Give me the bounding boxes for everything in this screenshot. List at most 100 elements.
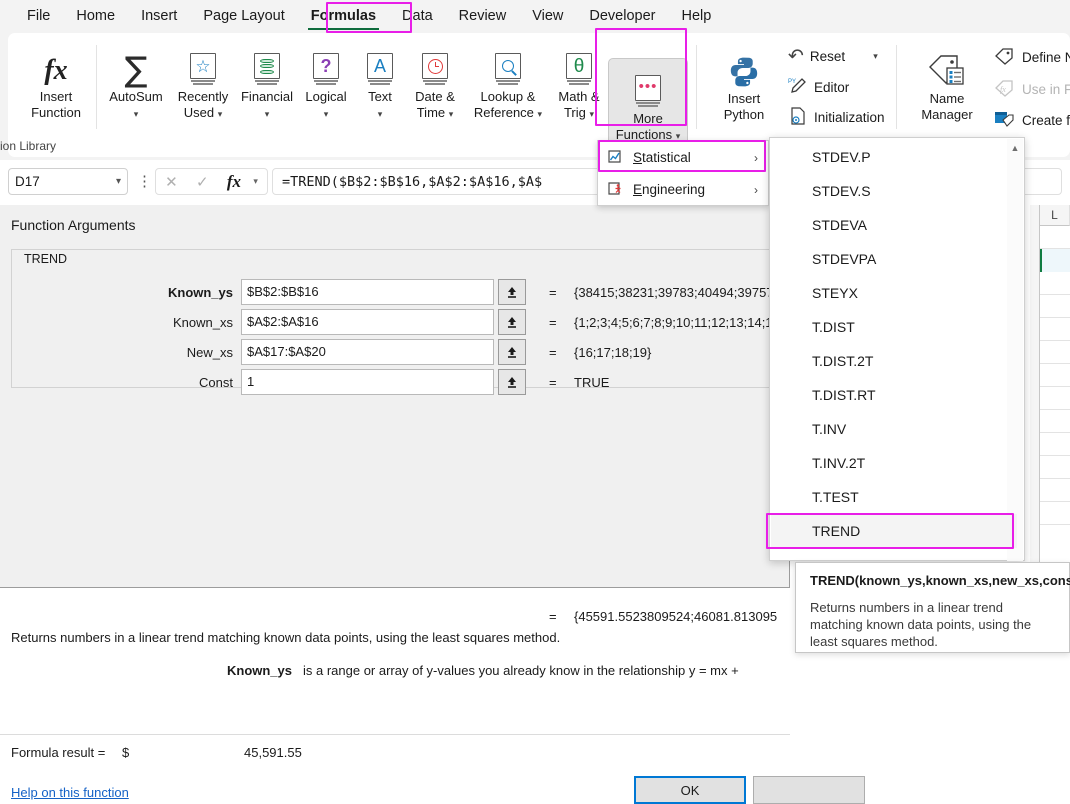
argument-input-known-ys[interactable]: $B$2:$B$16 <box>241 279 494 305</box>
define-name-button[interactable]: Define Nam <box>994 47 1070 68</box>
function-item-t-inv-2t[interactable]: T.INV.2T <box>771 446 1017 480</box>
python-initialization-button[interactable]: Initialization <box>788 106 885 129</box>
autosum-button[interactable]: ∑ AutoSum▾ <box>103 33 169 122</box>
sheet-cell[interactable] <box>1040 364 1070 387</box>
insert-function-button[interactable]: fx Insert Function <box>20 33 92 120</box>
python-reset-button[interactable]: ↶ Reset ▾ <box>788 45 878 67</box>
function-item-trend[interactable]: TREND <box>771 514 1017 548</box>
selected-cell[interactable] <box>1040 249 1070 272</box>
argument-equals: = <box>549 369 557 397</box>
function-item-t-inv[interactable]: T.INV <box>771 412 1017 446</box>
help-on-this-function-link[interactable]: Help on this function <box>11 785 129 800</box>
tab-developer[interactable]: Developer <box>576 0 668 33</box>
tab-insert[interactable]: Insert <box>128 0 190 33</box>
sheet-cell[interactable] <box>1040 387 1070 410</box>
tab-view[interactable]: View <box>519 0 576 33</box>
lookup-reference-button[interactable]: Lookup & Reference ▾ <box>464 33 552 122</box>
date-time-button[interactable]: Date & Time ▾ <box>404 33 466 122</box>
function-item-stdevpa[interactable]: STDEVPA <box>771 242 1017 276</box>
chevron-down-icon[interactable]: ▾ <box>873 51 878 62</box>
argument-row: Known_xs $A$2:$A$16 = {1;2;3;4;5;6;7;8;9… <box>0 309 768 339</box>
collapse-dialog-icon <box>505 375 519 389</box>
formula-bar-overflow-handle[interactable]: ⋮ <box>137 172 152 190</box>
range-picker-button[interactable] <box>498 309 526 335</box>
function-item-stdeva[interactable]: STDEVA <box>771 208 1017 242</box>
function-item-stdev-p[interactable]: STDEV.P <box>771 140 1017 174</box>
sheet-cell[interactable] <box>1040 272 1070 295</box>
chevron-down-icon[interactable]: ▾ <box>378 109 383 119</box>
tab-formulas[interactable]: Formulas <box>298 0 389 33</box>
tab-home-label: Home <box>76 8 115 24</box>
logical-button[interactable]: ? Logical▾ <box>297 33 355 122</box>
confirm-icon[interactable]: ✓ <box>196 173 209 191</box>
python-initialization-label: Initialization <box>814 110 885 125</box>
python-editor-button[interactable]: PY Editor <box>788 76 849 99</box>
column-header-L[interactable]: L <box>1040 205 1070 226</box>
tab-data[interactable]: Data <box>389 0 446 33</box>
tab-review[interactable]: Review <box>446 0 520 33</box>
sheet-cell[interactable] <box>1040 295 1070 318</box>
tab-help[interactable]: Help <box>668 0 724 33</box>
recently-used-button[interactable]: ☆ Recently Used ▾ <box>168 33 238 122</box>
sheet-cell[interactable] <box>1040 226 1070 249</box>
sheet-cell[interactable] <box>1040 341 1070 364</box>
tab-home[interactable]: Home <box>63 0 128 33</box>
sheet-cell[interactable] <box>1040 479 1070 502</box>
range-picker-button[interactable] <box>498 279 526 305</box>
function-item-t-dist[interactable]: T.DIST <box>771 310 1017 344</box>
name-box[interactable]: D17 ▾ <box>8 168 128 195</box>
argument-input-new-xs[interactable]: $A$17:$A$20 <box>241 339 494 365</box>
more-functions-label: More Functions <box>616 111 672 142</box>
sheet-cell[interactable] <box>1040 433 1070 456</box>
menu-item-statistical-accel: S <box>633 150 642 165</box>
insert-function-icon[interactable]: fx <box>227 172 241 192</box>
name-manager-label: Name Manager <box>921 91 972 122</box>
sheet-cell[interactable] <box>1040 318 1070 341</box>
function-item-steyx[interactable]: STEYX <box>771 276 1017 310</box>
argument-input-const[interactable]: 1 <box>241 369 494 395</box>
create-from-selection-button[interactable]: Create from <box>994 110 1070 131</box>
text-button[interactable]: A Text▾ <box>355 33 405 122</box>
chevron-down-icon[interactable]: ▾ <box>590 109 595 119</box>
argument-result-const: TRUE <box>574 369 790 397</box>
arguments-group-legend: TREND <box>20 252 71 266</box>
menu-item-engineering[interactable]: Engineering › <box>599 174 769 205</box>
menu-item-statistical[interactable]: Statistical › <box>599 142 769 173</box>
chevron-down-icon[interactable]: ▾ <box>134 109 139 119</box>
argument-input-known-xs[interactable]: $A$2:$A$16 <box>241 309 494 335</box>
chevron-down-icon[interactable]: ▾ <box>265 109 270 119</box>
argument-result-new-xs: {16;17;18;19} <box>574 339 790 367</box>
financial-button[interactable]: Financial▾ <box>236 33 298 122</box>
more-functions-button[interactable]: ••• More Functions ▾ <box>608 58 688 148</box>
math-trig-button[interactable]: θ Math & Trig ▾ <box>549 33 609 122</box>
formula-result-currency: $ <box>122 745 129 760</box>
cancel-icon[interactable]: ✕ <box>165 173 178 191</box>
function-item-t-test[interactable]: T.TEST <box>771 480 1017 514</box>
chevron-down-icon[interactable]: ▾ <box>253 176 258 187</box>
chevron-down-icon[interactable]: ▾ <box>449 109 454 119</box>
tab-page-layout[interactable]: Page Layout <box>190 0 297 33</box>
sheet-cell[interactable] <box>1040 502 1070 525</box>
sheet-cell[interactable] <box>1040 456 1070 479</box>
function-item-t-dist-rt[interactable]: T.DIST.RT <box>771 378 1017 412</box>
name-manager-button[interactable]: Name Manager <box>908 35 986 122</box>
tab-file[interactable]: File <box>14 0 63 33</box>
grid-tag-icon <box>994 110 1016 131</box>
insert-python-button[interactable]: Insert Python <box>708 35 780 122</box>
cancel-button[interactable] <box>753 776 865 804</box>
function-item-t-dist-2t[interactable]: T.DIST.2T <box>771 344 1017 378</box>
formula-bar-controls: ✕ ✓ fx ▾ <box>155 168 268 195</box>
chevron-down-icon[interactable]: ▾ <box>538 109 543 119</box>
chevron-down-icon[interactable]: ▾ <box>218 109 223 119</box>
sheet-cell[interactable] <box>1040 410 1070 433</box>
more-functions-menu: Statistical › Engineering › <box>597 140 769 206</box>
chevron-down-icon[interactable]: ▾ <box>676 131 681 141</box>
range-picker-button[interactable] <box>498 339 526 365</box>
function-item-stdev-s[interactable]: STDEV.S <box>771 174 1017 208</box>
chevron-down-icon[interactable]: ▾ <box>116 176 121 187</box>
python-editor-label: Editor <box>814 80 849 95</box>
ok-button[interactable]: OK <box>634 776 746 804</box>
range-picker-button[interactable] <box>498 369 526 395</box>
tooltip-description: Returns numbers in a linear trend matchi… <box>810 599 1057 650</box>
chevron-down-icon[interactable]: ▾ <box>324 109 329 119</box>
